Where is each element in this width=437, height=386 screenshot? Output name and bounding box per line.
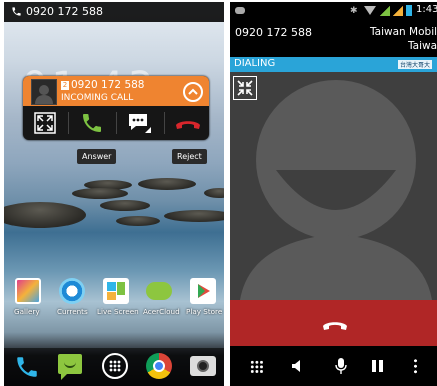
speaker-glyph — [292, 360, 300, 372]
speaker-icon[interactable] — [282, 346, 322, 386]
chevron-up-icon — [188, 88, 198, 95]
camera-icon[interactable] — [190, 356, 216, 376]
carrier-name: Taiwan Mobile — [370, 26, 437, 38]
signal-icon-1 — [380, 6, 390, 16]
bluetooth-icon: ✱ — [350, 6, 358, 16]
sim-icon: 2 — [61, 81, 69, 90]
dock — [4, 348, 224, 386]
status-bar: 0920 172 588 — [4, 2, 224, 22]
divider — [116, 112, 117, 134]
live-screen-icon[interactable] — [103, 278, 129, 304]
contact-placeholder-icon — [240, 80, 432, 300]
incoming-call-home-screen: 01:43 0920 172 588 20920 172 588 INCOMIN… — [4, 2, 224, 386]
battery-icon — [406, 5, 412, 16]
answer-button[interactable] — [71, 110, 111, 136]
reply-message-button[interactable] — [119, 110, 159, 136]
divider — [164, 112, 165, 134]
divider — [68, 112, 69, 134]
dialpad-icon[interactable] — [242, 346, 282, 386]
contact-silhouette-icon — [35, 85, 53, 104]
stone-decoration — [72, 188, 128, 199]
popup-title: INCOMING CALL — [61, 93, 134, 103]
end-call-button[interactable] — [230, 300, 437, 346]
wifi-icon — [364, 6, 376, 15]
status-caller-number: 0920 172 588 — [26, 5, 103, 18]
menu-icon[interactable] — [398, 346, 437, 386]
app-label-gallery: Gallery — [14, 307, 40, 316]
currents-icon[interactable] — [59, 278, 85, 304]
stone-decoration — [116, 216, 160, 226]
dialing-screen: ✱ 1:43 0920 172 588 Taiwan Mobile Taiwan… — [230, 2, 437, 386]
hold-icon[interactable] — [362, 346, 402, 386]
microphone-icon — [335, 358, 347, 374]
stone-decoration — [138, 178, 196, 190]
shrink-icon — [237, 80, 253, 96]
app-label-play-store: Play Store — [186, 307, 223, 316]
incoming-call-popup: 2 0920 172 588 INCOMING CALL — [23, 76, 209, 140]
message-icon — [129, 114, 151, 133]
minimize-call-button[interactable] — [233, 76, 257, 100]
call-icon — [12, 7, 21, 16]
answer-phone-icon — [83, 114, 101, 132]
hang-up-icon — [323, 322, 347, 330]
carrier-badge: 台灣大哥大 — [398, 60, 433, 69]
stone-decoration — [4, 202, 86, 228]
app-label-acercloud: AcerCloud — [143, 307, 180, 316]
app-label-currents: Currents — [57, 307, 88, 316]
status-bar: ✱ 1:43 — [230, 2, 437, 20]
popup-header: 2 0920 172 588 INCOMING CALL — [23, 76, 209, 106]
signal-icon-2 — [393, 6, 403, 16]
gallery-icon[interactable] — [15, 278, 41, 304]
call-status-bar: DIALING 台灣大哥大 — [230, 57, 437, 72]
caller-avatar — [31, 79, 57, 105]
answer-tooltip: Answer — [77, 149, 117, 164]
mute-icon[interactable] — [322, 346, 362, 386]
acercloud-icon[interactable] — [146, 282, 172, 300]
caller-number: 0920 172 588 — [235, 26, 312, 39]
stone-decoration — [164, 210, 224, 222]
reject-tooltip: Reject — [172, 149, 207, 164]
call-status-text: DIALING — [234, 58, 276, 69]
app-drawer-icon[interactable] — [102, 353, 128, 379]
collapse-popup-button[interactable] — [183, 82, 203, 102]
popup-number-text: 0920 172 588 — [71, 79, 145, 91]
app-label-live-screen: Live Screen — [97, 307, 139, 316]
stone-decoration — [100, 200, 150, 211]
play-triangle-icon — [198, 284, 210, 298]
stone-decoration — [204, 188, 224, 198]
contact-photo-area — [230, 72, 437, 300]
status-time: 1:43 — [416, 4, 437, 15]
phone-icon[interactable] — [14, 354, 40, 380]
popup-caller-number: 2 0920 172 588 — [61, 79, 144, 91]
play-store-icon[interactable] — [190, 278, 216, 304]
hang-up-icon — [176, 121, 200, 129]
expand-icon — [34, 112, 56, 134]
chrome-icon[interactable] — [146, 353, 172, 379]
expand-call-button[interactable] — [25, 110, 65, 136]
messaging-icon[interactable] — [58, 354, 82, 380]
reject-button[interactable] — [167, 110, 207, 136]
notification-icon — [235, 7, 245, 14]
carrier-name-secondary: Taiwan — [408, 40, 437, 52]
